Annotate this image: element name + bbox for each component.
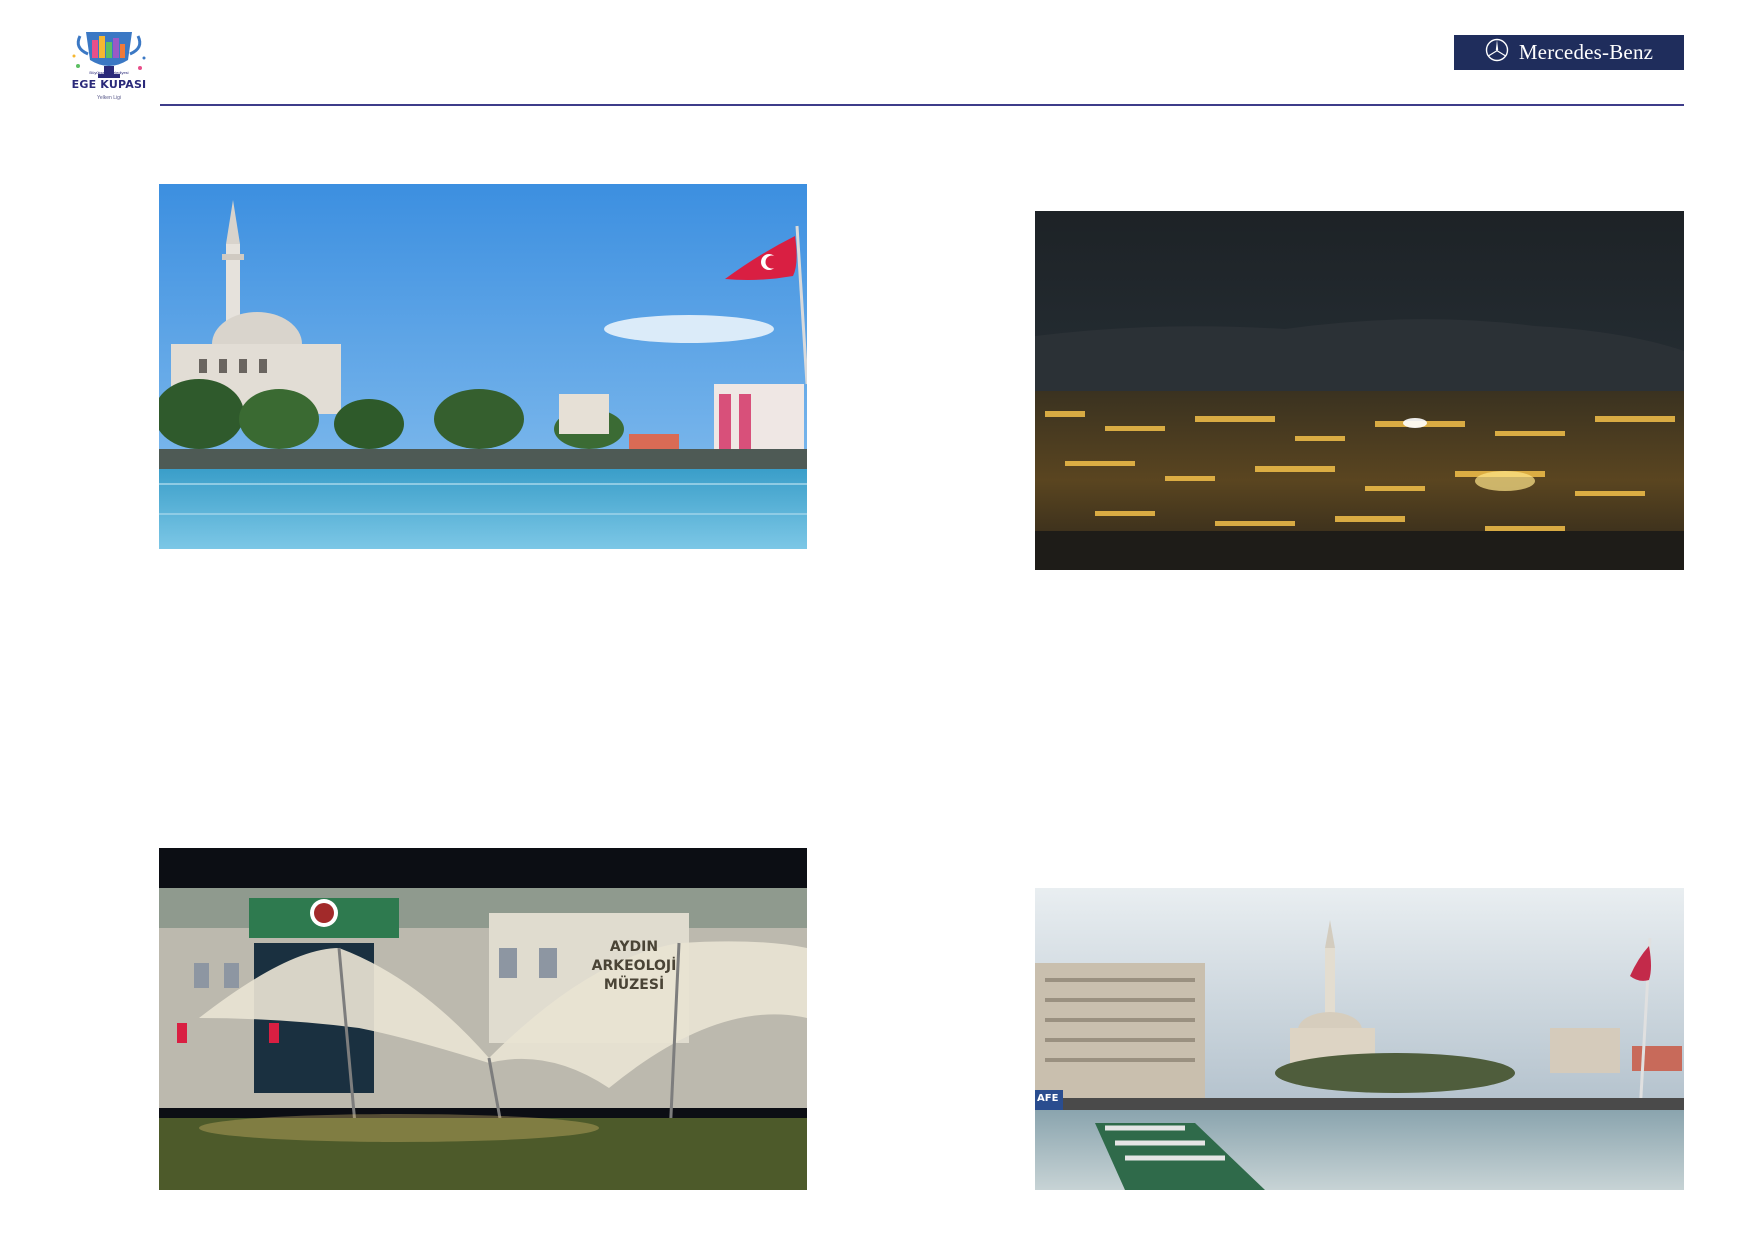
museum-sign-line-1: AYDIN — [609, 939, 659, 955]
city-night-photo — [1035, 211, 1684, 570]
museum-sign: AYDIN ARKEOLOJİ MÜZESİ — [554, 938, 714, 995]
shop-sign: AFE — [1037, 1093, 1059, 1104]
ege-kupasi-logo: Büyükşehir Belediyesi — [70, 26, 148, 106]
mosque-pool-photo — [159, 184, 807, 549]
logo-subtitle: Yelken Ligi — [96, 95, 121, 101]
archaeology-museum-photo: AYDIN ARKEOLOJİ MÜZESİ — [159, 848, 807, 1190]
museum-sign-line-3: MÜZESİ — [603, 977, 665, 993]
museum-sign-line-2: ARKEOLOJİ — [591, 958, 677, 974]
header-divider — [160, 104, 1684, 106]
logo-title: EGE KUPASI — [71, 78, 147, 91]
brand-name: Mercedes-Benz — [1518, 40, 1654, 64]
logo-top-text: Büyükşehir Belediyesi — [89, 70, 129, 75]
town-square-photo: AFE — [1035, 888, 1684, 1190]
mercedes-star-icon — [1485, 38, 1509, 67]
mercedes-benz-badge: Mercedes-Benz — [1454, 35, 1684, 70]
